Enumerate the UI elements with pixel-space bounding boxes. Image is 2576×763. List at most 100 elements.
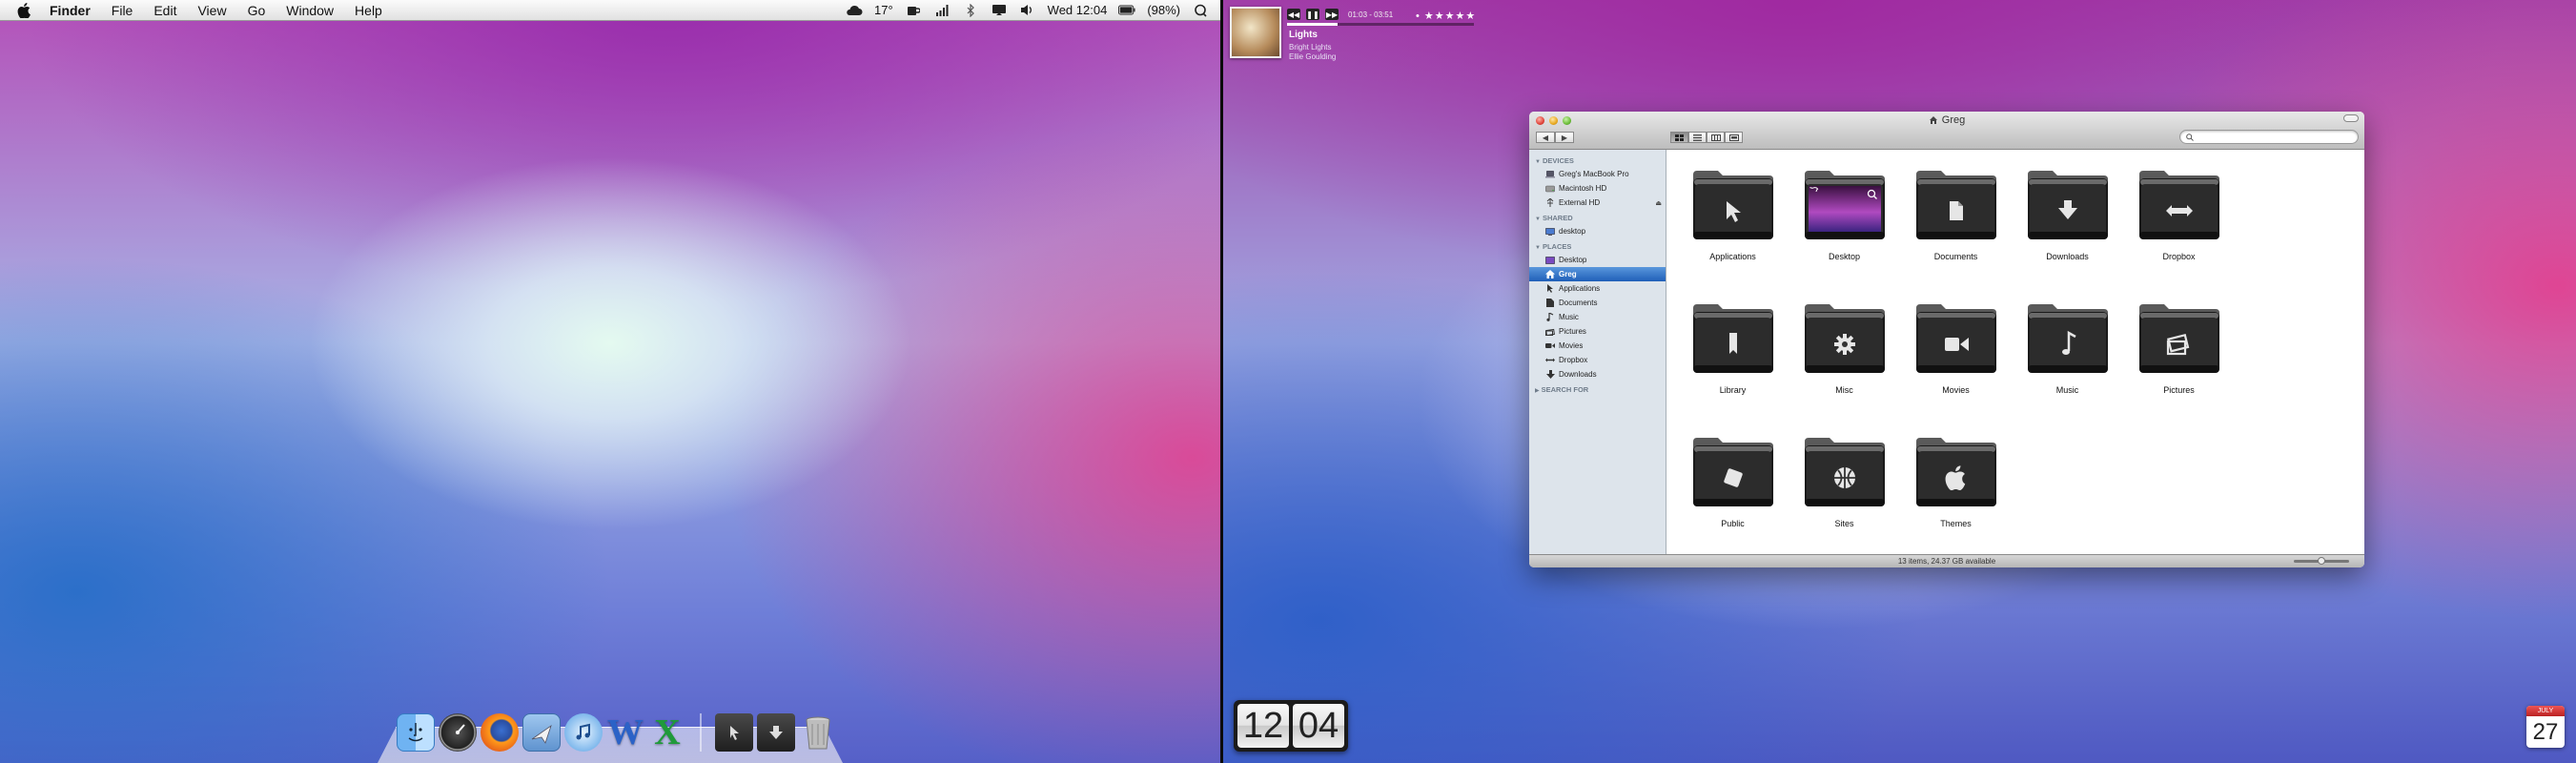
pictures-folder-icon	[2136, 299, 2223, 379]
coffee-cup-icon[interactable]	[905, 3, 922, 18]
back-button[interactable]: ◀	[1536, 132, 1555, 143]
next-icon[interactable]: ▶▶	[1325, 9, 1339, 20]
folder-item[interactable]: Documents	[1900, 165, 2012, 299]
menu-help[interactable]: Help	[355, 3, 382, 18]
album-artwork[interactable]	[1230, 7, 1281, 58]
sidebar-item-movies[interactable]: Movies	[1529, 339, 1666, 353]
icon-size-slider[interactable]	[2294, 557, 2349, 565]
search-field[interactable]	[2179, 130, 2359, 144]
folder-item[interactable]: Library	[1677, 299, 1789, 432]
folder-label: Dropbox	[2162, 252, 2196, 261]
word-icon[interactable]: W	[606, 712, 644, 753]
folder-label: Downloads	[2046, 252, 2089, 261]
sidebar-item-dropbox[interactable]: Dropbox	[1529, 353, 1666, 367]
sidebar-header-shared[interactable]: ▼ SHARED	[1529, 210, 1666, 224]
itunes-icon[interactable]	[564, 713, 603, 752]
sidebar-item-documents[interactable]: Documents	[1529, 296, 1666, 310]
sidebar-item-greg[interactable]: Greg	[1529, 267, 1666, 281]
sidebar-header-places[interactable]: ▼ PLACES	[1529, 238, 1666, 253]
sidebar-header-search-for[interactable]: ▶ SEARCH FOR	[1529, 382, 1666, 396]
menubar-clock[interactable]: Wed 12:04	[1048, 3, 1108, 17]
cover-flow-button[interactable]	[1725, 132, 1743, 143]
sidebar-item-label: Movies	[1559, 341, 1584, 350]
status-text: 13 items, 24.37 GB available	[1897, 557, 1996, 566]
sidebar-item-downloads[interactable]: Downloads	[1529, 367, 1666, 382]
icon-view-button[interactable]	[1670, 132, 1688, 143]
applications-stack-icon[interactable]	[715, 713, 753, 752]
flip-clock-widget: 12 04	[1234, 700, 1348, 752]
icon-size-slider-knob[interactable]	[2318, 557, 2325, 565]
cloud-icon[interactable]	[846, 3, 863, 18]
mail-icon[interactable]	[522, 713, 561, 752]
sidebar-item-applications[interactable]: Applications	[1529, 281, 1666, 296]
movies-icon	[1545, 341, 1555, 350]
folder-label: Pictures	[2163, 385, 2195, 395]
gear-folder-icon	[1801, 299, 1889, 379]
folder-item[interactable]: Themes	[1900, 432, 2012, 566]
track-progress-bar[interactable]	[1287, 23, 1474, 26]
finder-content: Applications Desktop Documents Downloads Dro…	[1667, 150, 2364, 554]
menu-go[interactable]: Go	[248, 3, 266, 18]
sidebar-header-devices[interactable]: ▼ DEVICES	[1529, 153, 1666, 167]
menu-window[interactable]: Window	[286, 3, 334, 18]
folder-item[interactable]: Misc	[1789, 299, 1900, 432]
sidebar-item-label: Dropbox	[1559, 356, 1588, 364]
spotlight-icon[interactable]	[1192, 3, 1209, 18]
home-icon	[1545, 270, 1555, 278]
forward-button[interactable]: ▶	[1555, 132, 1574, 143]
sidebar-item-music[interactable]: Music	[1529, 310, 1666, 324]
folder-item[interactable]: Movies	[1900, 299, 2012, 432]
toolbar-toggle-button[interactable]	[2343, 114, 2359, 122]
sidebar-item-macbook-pro[interactable]: Greg's MacBook Pro	[1529, 167, 1666, 181]
folder-item[interactable]: Pictures	[2123, 299, 2235, 432]
list-view-button[interactable]	[1688, 132, 1707, 143]
display-icon[interactable]	[991, 3, 1008, 18]
dashboard-icon[interactable]	[439, 713, 477, 752]
laptop-icon	[1545, 170, 1555, 178]
sidebar-item-macintosh-hd[interactable]: Macintosh HD	[1529, 181, 1666, 196]
menu-file[interactable]: File	[112, 3, 133, 18]
sidebar-item-desktop[interactable]: Desktop	[1529, 253, 1666, 267]
sidebar-item-label: Music	[1559, 313, 1579, 321]
apple-icon[interactable]	[17, 2, 34, 19]
sidebar-item-pictures[interactable]: Pictures	[1529, 324, 1666, 339]
column-view-button[interactable]	[1707, 132, 1725, 143]
sidebar-item-label: Pictures	[1559, 327, 1586, 336]
eject-icon[interactable]: ⏏	[1655, 199, 1662, 207]
sidebar-item-external-hd[interactable]: External HD ⏏	[1529, 196, 1666, 210]
menu-app-finder[interactable]: Finder	[50, 3, 91, 18]
folder-item[interactable]: Downloads	[2012, 165, 2123, 299]
folder-item[interactable]: Public	[1677, 432, 1789, 566]
sidebar-item-label: Desktop	[1559, 256, 1587, 264]
sidebar-item-shared-desktop[interactable]: desktop	[1529, 224, 1666, 238]
battery-icon[interactable]	[1118, 3, 1135, 18]
downloads-stack-icon[interactable]	[757, 713, 795, 752]
folder-item[interactable]: Sites	[1789, 432, 1900, 566]
menu-edit[interactable]: Edit	[153, 3, 176, 18]
folder-item[interactable]: Applications	[1677, 165, 1789, 299]
folder-item[interactable]: Desktop	[1789, 165, 1900, 299]
signal-icon[interactable]	[933, 3, 951, 18]
excel-icon[interactable]: X	[648, 712, 686, 753]
volume-icon[interactable]	[1019, 3, 1036, 18]
battery-percentage[interactable]: (98%)	[1147, 3, 1180, 17]
firefox-icon[interactable]	[480, 713, 519, 752]
search-input[interactable]	[2197, 132, 2349, 142]
window-titlebar[interactable]: Greg ◀ ▶	[1529, 112, 2364, 150]
sidebar-item-label: Greg	[1559, 270, 1577, 278]
bluetooth-icon[interactable]	[962, 3, 979, 18]
weather-temperature[interactable]: 17°	[874, 3, 893, 17]
trash-icon[interactable]	[799, 713, 837, 752]
menu-view[interactable]: View	[197, 3, 226, 18]
previous-icon[interactable]: ◀◀	[1287, 9, 1300, 20]
folder-item[interactable]: Dropbox	[2123, 165, 2235, 299]
pause-icon[interactable]: ❚❚	[1306, 9, 1319, 20]
sidebar-item-label: Documents	[1559, 299, 1598, 307]
finder-sidebar: ▼ DEVICES Greg's MacBook Pro Macintosh HD…	[1529, 150, 1666, 554]
calendar-widget[interactable]: JULY 27	[2526, 706, 2565, 748]
document-folder-icon	[1912, 165, 2000, 245]
finder-icon[interactable]	[397, 713, 435, 752]
folder-item[interactable]: Music	[2012, 299, 2123, 432]
rating-stars[interactable]: • ★★★★★	[1416, 10, 1476, 22]
bookmark-folder-icon	[1689, 299, 1777, 379]
